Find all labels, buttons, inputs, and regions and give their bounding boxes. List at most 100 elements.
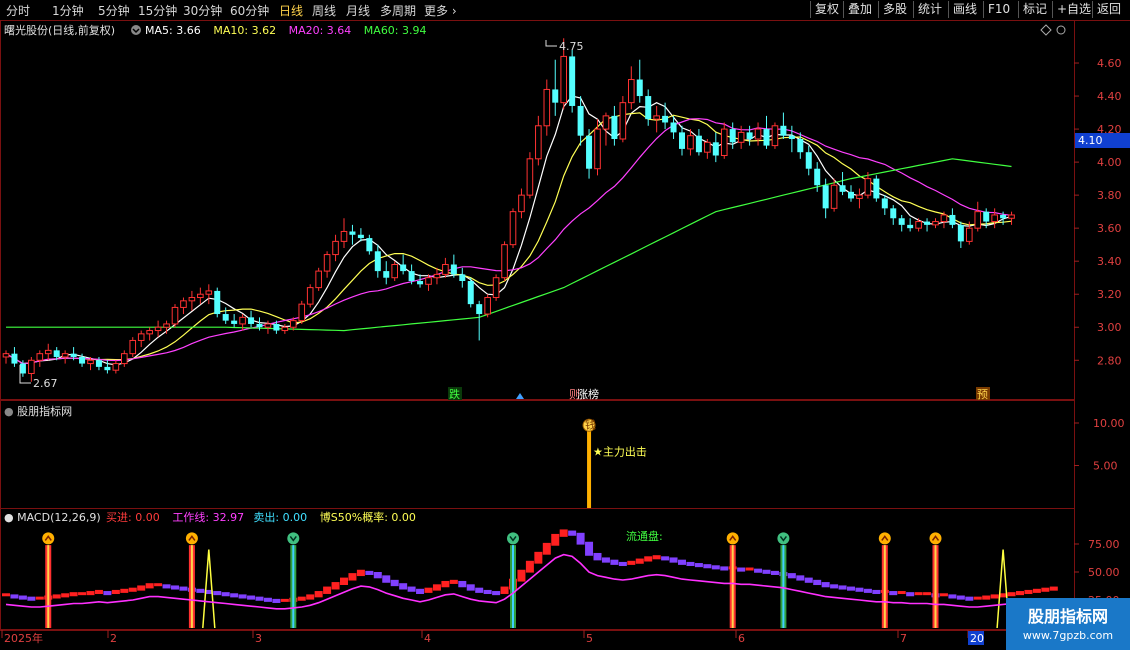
candle-body (949, 214, 956, 225)
panel-controls[interactable] (1040, 24, 1066, 36)
period-tab[interactable]: 周线 (312, 2, 336, 19)
macd-step (492, 591, 501, 596)
candle-body (940, 214, 948, 223)
x-tick-label: 3 (255, 632, 262, 645)
macd-signals (42, 532, 1010, 629)
buy-signal-core (47, 545, 50, 628)
period-tab[interactable]: 60分钟 (230, 2, 269, 19)
buy-signal-core (934, 545, 937, 628)
period-tab[interactable]: 分时 (6, 2, 30, 19)
macd-step (280, 598, 289, 602)
macd-step (644, 556, 653, 562)
macd-step (576, 532, 585, 545)
candle-body (146, 330, 153, 335)
period-tab-daily[interactable]: 日线 (279, 2, 303, 19)
fq-button[interactable]: 复权 (810, 1, 843, 18)
probability-peak (202, 549, 216, 629)
settings-icon[interactable] (131, 25, 141, 35)
candle-body (61, 353, 69, 358)
back-button[interactable]: 返回 (1092, 1, 1125, 18)
period-tab[interactable]: 月线 (346, 2, 370, 19)
macd-step (956, 595, 965, 600)
up-chevron-icon (726, 532, 739, 545)
candle-body (281, 326, 289, 332)
indicator-title: ● 股朋指标网 (4, 404, 72, 418)
macd-step (1007, 592, 1016, 597)
candle-body (535, 125, 542, 160)
candle-body (983, 211, 990, 222)
candle-body (687, 135, 694, 150)
macd-step (804, 577, 813, 583)
marker-limitup-list: 涨榜 (577, 387, 599, 401)
macd-step (407, 586, 416, 592)
macd-step (754, 568, 763, 573)
add-watchlist-button[interactable]: +自选 (1052, 1, 1095, 18)
candle-body (771, 125, 779, 147)
multi-stock-button[interactable]: 多股 (878, 1, 911, 18)
macd-step (1032, 588, 1041, 593)
candle-body (839, 185, 846, 192)
period-tab[interactable]: 1分钟 (52, 2, 84, 19)
macd-step (863, 588, 872, 593)
diamond-icon[interactable] (1040, 24, 1052, 36)
overlay-button[interactable]: 叠加 (843, 1, 876, 18)
x-tick-label: 6 (738, 632, 745, 645)
candle-body (349, 231, 356, 235)
macd-step (618, 561, 627, 567)
macd-step (948, 594, 957, 599)
draw-button[interactable]: 画线 (948, 1, 981, 18)
x-tick-label: 7 (900, 632, 907, 645)
period-tab[interactable]: 15分钟 (138, 2, 177, 19)
macd-step (27, 596, 36, 601)
f10-button[interactable]: F10 (983, 1, 1014, 18)
macd-step (872, 589, 881, 595)
candle-body (248, 317, 255, 324)
more-menu[interactable]: 更多 › (424, 2, 457, 19)
period-tab[interactable]: 多周期 (380, 2, 416, 19)
candle-body (476, 304, 483, 315)
y-axis-indicator: 10.00 5.00 (1074, 417, 1125, 473)
macd-step (18, 595, 27, 600)
candle-body (205, 290, 213, 295)
candle-body (11, 353, 18, 364)
candle-body (848, 191, 854, 199)
candle-body (44, 349, 52, 355)
candle-body (805, 152, 812, 169)
period-tab[interactable]: 30分钟 (183, 2, 222, 19)
macd-step (1024, 589, 1033, 595)
svg-text:4.10: 4.10 (1078, 134, 1103, 147)
candle-body (907, 224, 914, 229)
macd-step (1016, 591, 1024, 596)
candle-body (273, 323, 280, 331)
candle-body (87, 359, 94, 365)
candle-body (594, 128, 601, 170)
macd-step (171, 585, 179, 590)
candle-body (526, 158, 534, 196)
macd-step (652, 555, 661, 560)
macd-step (720, 566, 729, 571)
macd-step (610, 559, 619, 565)
macd-step (737, 567, 746, 572)
spike-bar (587, 427, 592, 508)
period-tab[interactable]: 5分钟 (98, 2, 130, 19)
candle-body (222, 314, 229, 321)
mark-button[interactable]: 标记 (1018, 1, 1051, 18)
stats-button[interactable]: 统计 (913, 1, 946, 18)
candle-body (104, 366, 111, 371)
candle-body (332, 240, 339, 256)
macd-step (745, 567, 754, 571)
candle-body (991, 214, 998, 223)
macd-step (340, 577, 348, 585)
candle-body (315, 270, 322, 289)
macd-step (923, 592, 932, 596)
candle-body (28, 359, 35, 374)
candle-body (822, 185, 829, 209)
candle-body (163, 323, 170, 328)
circle-icon[interactable] (1056, 25, 1066, 35)
macd-step (196, 588, 205, 593)
ma-legend-item: MA60: 3.94 (364, 24, 427, 37)
macd-step (373, 572, 382, 579)
candle-body (679, 132, 685, 149)
ma60-line (6, 158, 1012, 332)
sell-signal-core (512, 545, 514, 628)
